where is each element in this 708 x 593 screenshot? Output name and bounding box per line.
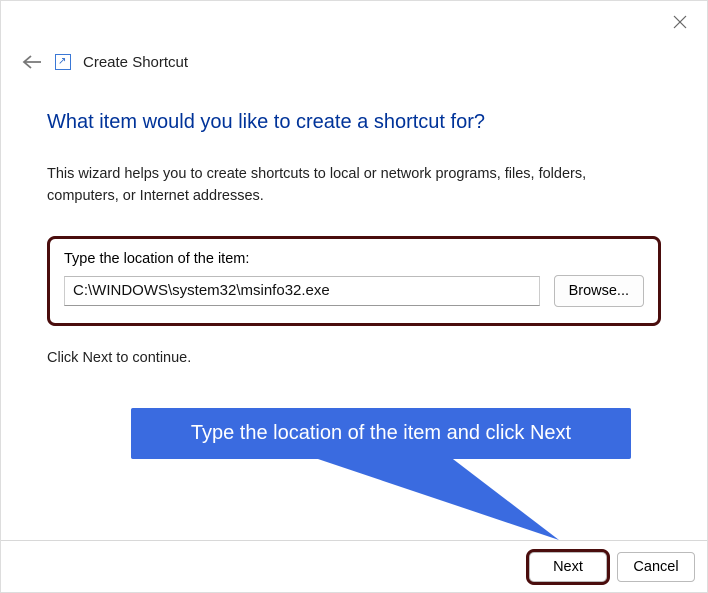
instruction-callout: Type the location of the item and click … <box>131 408 631 459</box>
continue-hint: Click Next to continue. <box>47 350 661 366</box>
wizard-footer: Next Cancel <box>1 540 707 592</box>
wizard-question: What item would you like to create a sho… <box>47 111 661 134</box>
next-button[interactable]: Next <box>529 552 607 582</box>
shortcut-icon <box>55 54 71 70</box>
location-label: Type the location of the item: <box>64 251 644 267</box>
wizard-title: Create Shortcut <box>83 54 188 71</box>
cancel-button[interactable]: Cancel <box>617 552 695 582</box>
wizard-content: What item would you like to create a sho… <box>47 111 661 366</box>
location-input[interactable] <box>64 276 540 306</box>
wizard-window: Create Shortcut What item would you like… <box>0 0 708 593</box>
browse-button[interactable]: Browse... <box>554 275 644 307</box>
wizard-header: Create Shortcut <box>21 51 188 73</box>
callout-arrow-icon <box>309 456 569 546</box>
callout-text: Type the location of the item and click … <box>131 408 631 459</box>
location-row: Browse... <box>64 275 644 307</box>
close-button[interactable] <box>671 13 689 31</box>
location-input-highlight: Type the location of the item: Browse... <box>47 236 661 326</box>
wizard-description: This wizard helps you to create shortcut… <box>47 164 661 208</box>
back-button[interactable] <box>21 51 43 73</box>
